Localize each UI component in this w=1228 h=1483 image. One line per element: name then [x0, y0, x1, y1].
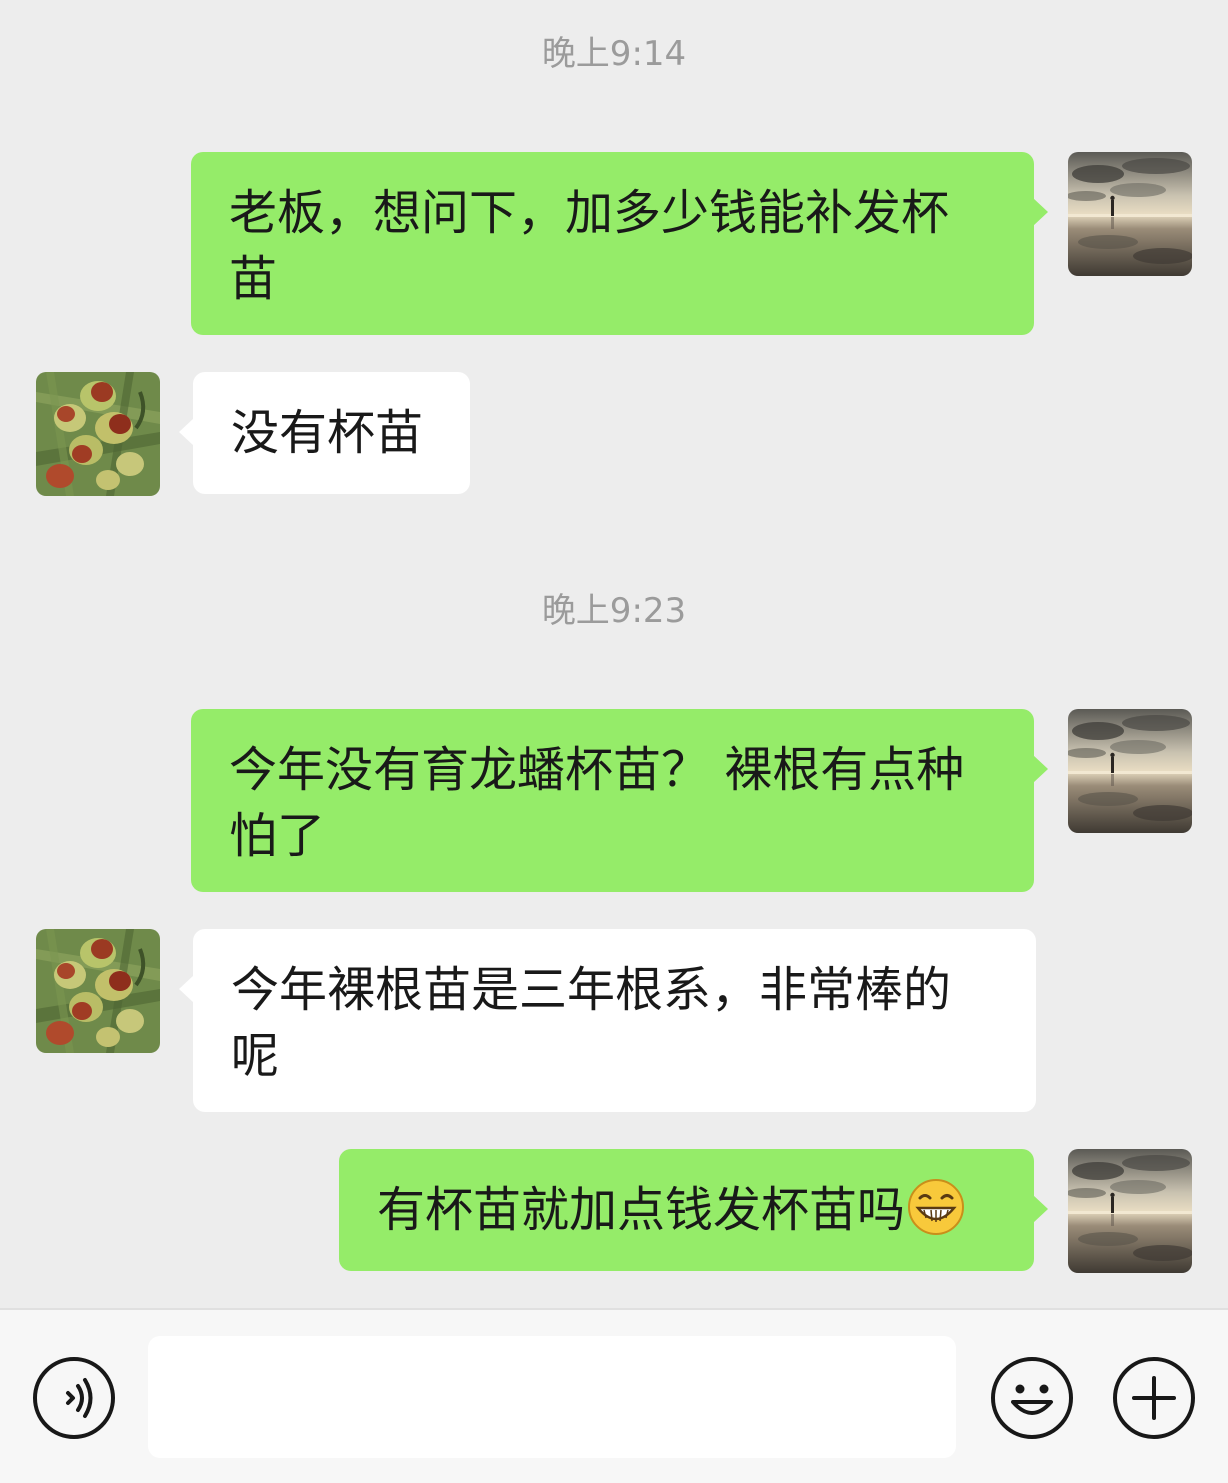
message-text-line: 没有杯苗	[231, 405, 424, 461]
voice-input-button[interactable]	[32, 1356, 116, 1440]
outgoing-message-bubble[interactable]: 有杯苗就加点钱发杯苗吗	[339, 1149, 1048, 1271]
message-text-line: 有杯苗就加点钱发杯苗吗	[377, 1182, 906, 1238]
chat-area[interactable]: 晚上9:14 老板，想问下，加多少钱能补发杯 苗 没有杯苗 晚上9:23 今年没…	[0, 0, 1228, 1310]
message-input[interactable]	[148, 1336, 956, 1458]
message-text-line: 呢	[231, 1028, 280, 1084]
self-avatar[interactable]	[1068, 1149, 1192, 1273]
contact-avatar[interactable]	[36, 372, 160, 496]
outgoing-message-bubble[interactable]: 今年没有育龙蟠杯苗？ 裸根有点种 怕了	[191, 709, 1048, 892]
plus-icon	[1113, 1357, 1195, 1439]
message-text-line: 怕了	[229, 808, 326, 864]
grinning-face-emoji	[907, 1178, 965, 1236]
message-text-line: 今年裸根苗是三年根系，非常棒的	[231, 962, 952, 1018]
outgoing-message-bubble[interactable]: 老板，想问下，加多少钱能补发杯 苗	[191, 152, 1048, 335]
self-avatar[interactable]	[1068, 709, 1192, 833]
more-options-button[interactable]	[1112, 1356, 1196, 1440]
incoming-message-bubble[interactable]: 没有杯苗	[179, 372, 470, 494]
smiley-face-icon	[991, 1357, 1073, 1439]
message-text-line: 老板，想问下，加多少钱能补发杯	[229, 185, 950, 241]
message-text-line: 苗	[229, 251, 278, 307]
contact-avatar[interactable]	[36, 929, 160, 1053]
message-text-line: 今年没有育龙蟠杯苗？ 裸根有点种	[229, 742, 965, 798]
timestamp: 晚上9:14	[541, 34, 687, 74]
self-avatar[interactable]	[1068, 152, 1192, 276]
input-bar	[0, 1308, 1228, 1483]
voice-input-icon	[33, 1357, 115, 1439]
incoming-message-bubble[interactable]: 今年裸根苗是三年根系，非常棒的 呢	[179, 929, 1036, 1112]
timestamp: 晚上9:23	[541, 591, 687, 631]
emoji-button[interactable]	[990, 1356, 1074, 1440]
